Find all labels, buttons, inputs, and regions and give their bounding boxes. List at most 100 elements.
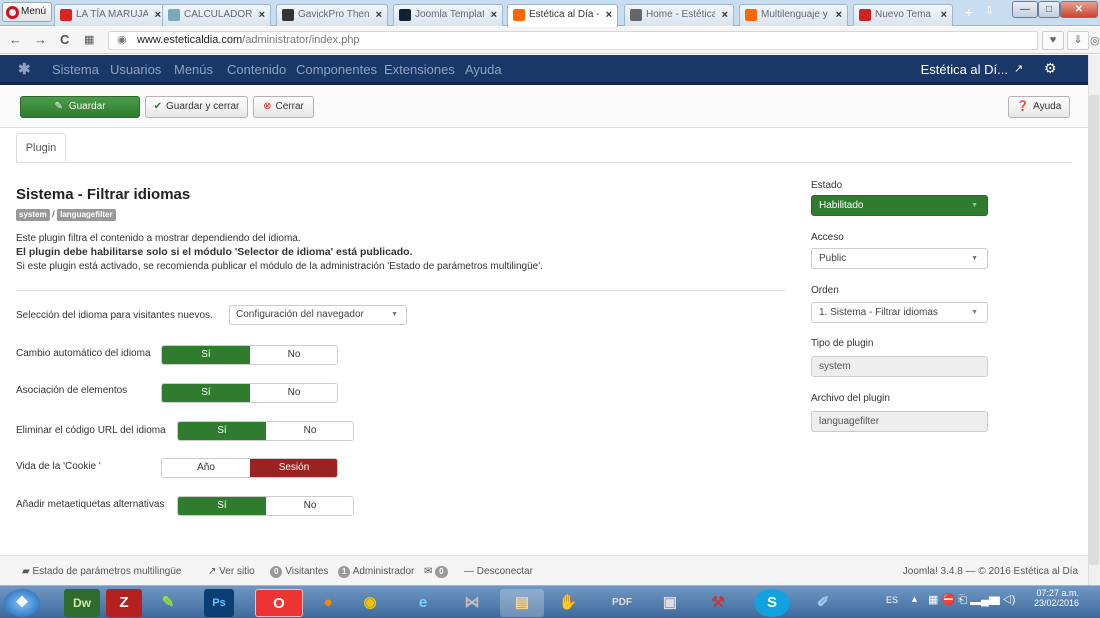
state-select[interactable]: Habilitado ▼ bbox=[811, 195, 988, 216]
maximize-button[interactable]: □ bbox=[1038, 1, 1060, 18]
browser-tab[interactable]: Home - Estética × bbox=[624, 4, 734, 26]
view-site-link[interactable]: ↗ Ver sitio bbox=[208, 566, 255, 577]
menu-usuarios[interactable]: Usuarios bbox=[110, 62, 161, 77]
firefox-icon[interactable]: ● bbox=[310, 589, 346, 617]
start-button-icon[interactable]: ❖ bbox=[4, 589, 40, 617]
admin-indicator: 1 Administrador bbox=[338, 566, 414, 578]
favicon-icon bbox=[282, 9, 294, 21]
close-button[interactable]: ⊗ Cerrar bbox=[253, 96, 314, 118]
menu-ayuda[interactable]: Ayuda bbox=[465, 62, 502, 77]
auto-change-toggle[interactable]: Sí No bbox=[161, 345, 338, 365]
remove-url-no[interactable]: No bbox=[266, 422, 353, 440]
order-select[interactable]: 1. Sistema - Filtrar idiomas ▼ bbox=[811, 302, 988, 323]
filezilla-icon[interactable]: Z bbox=[106, 589, 142, 617]
extension-icon[interactable]: ◎ bbox=[1090, 34, 1100, 47]
meta-no[interactable]: No bbox=[266, 497, 353, 515]
cookie-session[interactable]: Sesión bbox=[250, 459, 337, 477]
speed-dial-icon[interactable]: ▦ bbox=[84, 32, 94, 48]
skype-icon[interactable]: S bbox=[754, 589, 790, 617]
browser-tab[interactable]: Nuevo Tema × bbox=[853, 4, 953, 26]
download-icon[interactable]: ⇓ bbox=[1067, 31, 1089, 50]
joomla-admin-menu: ✱ Sistema Usuarios Menús Contenido Compo… bbox=[0, 55, 1088, 85]
dreamweaver-icon[interactable]: Dw bbox=[64, 589, 100, 617]
photoshop-icon[interactable]: Ps bbox=[204, 589, 234, 617]
new-tab-button[interactable]: + bbox=[958, 4, 980, 22]
logout-link[interactable]: — Desconectar bbox=[464, 566, 533, 577]
assoc-toggle[interactable]: Sí No bbox=[161, 383, 338, 403]
close-tab-icon[interactable]: × bbox=[376, 5, 382, 25]
chrome-icon[interactable]: ◉ bbox=[352, 589, 388, 617]
description-warning: El plugin debe habilitarse solo si el mó… bbox=[16, 246, 413, 258]
scrollbar-thumb[interactable] bbox=[1089, 95, 1099, 565]
menu-contenido[interactable]: Contenido bbox=[227, 62, 286, 77]
browser-tab[interactable]: Multilenguaje y × bbox=[739, 4, 848, 26]
browser-tab[interactable]: LA TÍA MARUJA × bbox=[54, 4, 167, 26]
menu-extensiones[interactable]: Extensiones bbox=[384, 62, 455, 77]
clock[interactable]: 07:27 a.m. 23/02/2016 bbox=[1034, 588, 1079, 608]
plugin-type-field: system bbox=[811, 356, 988, 377]
menu-menus[interactable]: Menús bbox=[174, 62, 213, 77]
browser-tab[interactable]: Joomla Templat × bbox=[393, 4, 503, 26]
url-field[interactable]: ◉ www.esteticaldia.com/administrator/ind… bbox=[108, 31, 1038, 50]
close-tab-icon[interactable]: × bbox=[722, 5, 728, 25]
gear-icon[interactable]: ⚙ bbox=[1044, 60, 1057, 77]
meta-yes[interactable]: Sí bbox=[178, 497, 266, 515]
site-info-icon[interactable]: ◉ bbox=[117, 33, 127, 46]
auto-change-no[interactable]: No bbox=[250, 346, 337, 364]
close-tab-icon[interactable]: × bbox=[836, 5, 842, 25]
messages-indicator[interactable]: ✉ 0 bbox=[424, 566, 448, 578]
opera-menu-button[interactable]: Menú bbox=[2, 2, 52, 22]
close-window-button[interactable]: ✕ bbox=[1060, 1, 1098, 18]
new-visitors-select[interactable]: Configuración del navegador ▼ bbox=[229, 305, 407, 325]
site-name-link[interactable]: Estética al Dí... bbox=[921, 62, 1008, 77]
notepad-icon[interactable]: ✎ bbox=[150, 589, 186, 617]
menu-sistema[interactable]: Sistema bbox=[52, 62, 99, 77]
menu-componentes[interactable]: Componentes bbox=[296, 62, 377, 77]
heart-icon[interactable]: ♥ bbox=[1042, 31, 1064, 50]
external-link-icon[interactable]: ↗ bbox=[1014, 62, 1023, 75]
close-tab-icon[interactable]: × bbox=[491, 5, 497, 25]
save-button[interactable]: ✎ Guardar bbox=[20, 96, 140, 118]
back-icon[interactable]: ← bbox=[9, 32, 22, 48]
auto-change-yes[interactable]: Sí bbox=[162, 346, 250, 364]
close-tab-icon[interactable]: × bbox=[259, 5, 265, 25]
remove-url-yes[interactable]: Sí bbox=[178, 422, 266, 440]
save-close-button[interactable]: ✔ Guardar y cerrar bbox=[145, 96, 248, 118]
remove-url-toggle[interactable]: Sí No bbox=[177, 421, 354, 441]
close-tab-icon[interactable]: × bbox=[606, 5, 612, 25]
media-icon[interactable]: ▣ bbox=[652, 589, 688, 617]
close-tab-icon[interactable]: × bbox=[941, 5, 947, 25]
tray-apps-icon[interactable]: ▦ ⛔ ⎗ ▂▄▆ ◁) bbox=[928, 593, 1015, 607]
reload-icon[interactable]: C bbox=[60, 32, 69, 48]
zip-tool-icon[interactable]: ⚒ bbox=[700, 589, 736, 617]
explorer-icon[interactable]: ▤ bbox=[500, 589, 544, 617]
assoc-no[interactable]: No bbox=[250, 384, 337, 402]
pdf-icon[interactable]: PDF bbox=[604, 589, 640, 617]
multilang-status-link[interactable]: ▰ Estado de parámetros multilingüe bbox=[22, 566, 181, 577]
opera-taskbar-icon[interactable]: O bbox=[255, 589, 303, 617]
tray-expand-icon[interactable]: ▲ bbox=[910, 594, 919, 604]
ie-icon[interactable]: e bbox=[405, 589, 441, 617]
assoc-yes[interactable]: Sí bbox=[162, 384, 250, 402]
cookie-year[interactable]: Año bbox=[162, 459, 250, 477]
close-tab-icon[interactable]: × bbox=[155, 5, 161, 25]
joomla-logo-icon[interactable]: ✱ bbox=[18, 60, 31, 78]
browser-tab[interactable]: GavickPro Then × bbox=[276, 4, 388, 26]
paint-icon[interactable]: ✐ bbox=[803, 589, 843, 617]
visual-studio-icon[interactable]: ⋈ bbox=[454, 589, 490, 617]
order-label: Orden bbox=[811, 285, 839, 296]
forward-icon[interactable]: → bbox=[34, 32, 47, 48]
language-indicator[interactable]: ES bbox=[886, 595, 898, 605]
access-select[interactable]: Public ▼ bbox=[811, 248, 988, 269]
minimize-button[interactable]: — bbox=[1012, 1, 1038, 18]
browser-tab[interactable]: CALCULADORA × bbox=[162, 4, 271, 26]
auto-change-label: Cambio automático del idioma bbox=[16, 348, 151, 359]
help-button[interactable]: ❓ Ayuda bbox=[1008, 96, 1070, 118]
app-hand-icon[interactable]: ✋ bbox=[550, 589, 586, 617]
tab-plugin[interactable]: Plugin bbox=[16, 133, 66, 163]
meta-toggle[interactable]: Sí No bbox=[177, 496, 354, 516]
external-link-icon: ↗ bbox=[208, 566, 217, 577]
browser-tab[interactable]: Estética al Día - × bbox=[507, 4, 618, 27]
tab-menu-icon[interactable]: ⇩ bbox=[985, 4, 994, 17]
cookie-toggle[interactable]: Año Sesión bbox=[161, 458, 338, 478]
